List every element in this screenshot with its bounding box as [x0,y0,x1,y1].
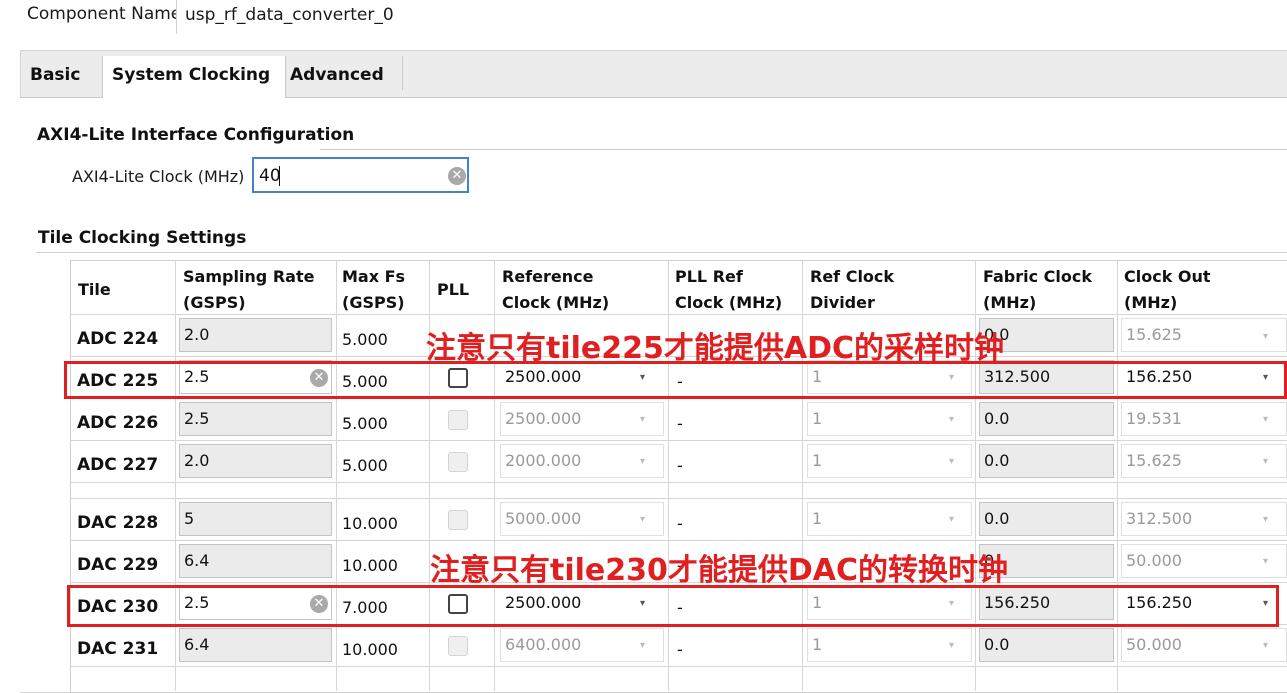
pll-ref-clock-value: - [677,640,683,659]
fabric-clock-field: 0.0 [979,628,1114,662]
dropdown-arrow-icon: ▾ [1263,640,1269,651]
annotation-adc-note: 注意只有tile225才能提供ADC的采样时钟 [426,331,1005,366]
dropdown-arrow-icon: ▾ [949,456,955,467]
header-line: Clock (MHz) [502,293,610,312]
tab-divider [402,56,403,90]
header-line: (MHz) [1124,293,1178,312]
pll-checkbox [448,636,468,656]
text-caret [279,166,280,186]
dropdown-arrow-icon: ▾ [949,414,955,425]
header-line: Fabric Clock [983,267,1093,286]
dropdown-arrow-icon: ▾ [1263,556,1269,567]
header-max-fs: Max Fs (GSPS) [342,264,405,316]
max-fs-value: 5.000 [342,330,388,349]
sampling-rate-field: 5 [179,502,332,536]
header-ref-clock: Reference Clock (MHz) [502,264,609,316]
ref-clock-divider-select: 1 [807,444,972,478]
component-name-input[interactable]: usp_rf_data_converter_0 [176,0,1287,34]
ref-clock-divider-select: 1 [807,502,972,536]
fabric-clock-field: 0.0 [979,502,1114,536]
dropdown-arrow-icon: ▾ [640,514,646,525]
sampling-rate-field: 6.4 [179,544,332,578]
axi-section-title: AXI4-Lite Interface Configuration [37,125,355,145]
header-line: PLL Ref [675,267,743,286]
tile-name: ADC 227 [77,455,159,475]
row-divider [70,540,1287,541]
highlight-box-dac230 [67,585,1279,627]
axi-clock-value: 40 [259,166,281,186]
axi-clock-label: AXI4-Lite Clock (MHz) [72,167,245,186]
tile-name: ADC 226 [77,413,159,433]
pll-checkbox [448,410,468,430]
header-line: (MHz) [983,293,1037,312]
dropdown-arrow-icon: ▾ [640,640,646,651]
tile-name: DAC 229 [77,555,159,575]
axi-clock-input[interactable]: 40 ✕ [252,157,469,193]
header-clock-out: Clock Out (MHz) [1124,264,1211,316]
section-divider [36,252,1287,253]
sampling-rate-field: 6.4 [179,628,332,662]
pll-ref-clock-value: - [677,514,683,533]
dropdown-arrow-icon: ▾ [640,456,646,467]
dropdown-arrow-icon: ▾ [949,514,955,525]
dropdown-arrow-icon: ▾ [1263,331,1269,342]
pll-checkbox [448,510,468,530]
dropdown-arrow-icon: ▾ [1263,456,1269,467]
tab-basic[interactable]: Basic [21,56,89,97]
header-line: Clock (MHz) [675,293,783,312]
header-fabric-clock: Fabric Clock (MHz) [983,264,1092,316]
header-sampling-rate: Sampling Rate (GSPS) [183,264,314,316]
max-fs-value: 10.000 [342,640,398,659]
max-fs-value: 5.000 [342,414,388,433]
tile-name: DAC 231 [77,639,159,659]
max-fs-value: 5.000 [342,456,388,475]
tab-system-clocking[interactable]: System Clocking [102,56,286,98]
header-tile: Tile [78,280,111,299]
header-pll: PLL [437,280,470,299]
row-divider [70,482,1287,483]
sampling-rate-field: 2.5 [179,402,332,436]
header-line: Reference [502,267,594,286]
row-divider [70,440,1287,441]
tile-name: ADC 224 [77,329,159,349]
sampling-rate-field: 2.0 [179,318,332,352]
header-line: Clock Out [1124,267,1211,286]
max-fs-value: 10.000 [342,514,398,533]
dropdown-arrow-icon: ▾ [1263,514,1269,525]
clear-circle-icon[interactable]: ✕ [448,167,466,185]
header-line: (GSPS) [342,293,405,312]
section-divider [320,149,1287,150]
dropdown-arrow-icon: ▾ [1263,414,1269,425]
max-fs-value: 10.000 [342,556,398,575]
dropdown-arrow-icon: ▾ [949,640,955,651]
header-line: Ref Clock [810,267,895,286]
pll-checkbox [448,452,468,472]
sampling-rate-field: 2.0 [179,444,332,478]
header-line: Max Fs [342,267,406,286]
header-ref-clock-divider: Ref Clock Divider [810,264,894,316]
tile-name: DAC 228 [77,513,159,533]
pll-ref-clock-value: - [677,456,683,475]
row-divider [70,666,1287,667]
header-pll-ref-clock: PLL Ref Clock (MHz) [675,264,782,316]
header-line: (GSPS) [183,293,246,312]
header-line: Divider [810,293,875,312]
ref-clock-divider-select: 1 [807,402,972,436]
annotation-dac-note: 注意只有tile230才能提供DAC的转换时钟 [430,553,1009,588]
row-divider [70,498,1287,499]
tab-advanced[interactable]: Advanced [281,56,393,97]
fabric-clock-field: 0.0 [979,444,1114,478]
tile-section-title: Tile Clocking Settings [38,228,247,248]
dropdown-arrow-icon: ▾ [640,414,646,425]
header-line: Sampling Rate [183,267,315,286]
component-name-value: usp_rf_data_converter_0 [185,5,394,25]
fabric-clock-field: 0.0 [979,402,1114,436]
pll-ref-clock-value: - [677,414,683,433]
component-name-label: Component Name [27,4,182,24]
ref-clock-divider-select: 1 [807,628,972,662]
